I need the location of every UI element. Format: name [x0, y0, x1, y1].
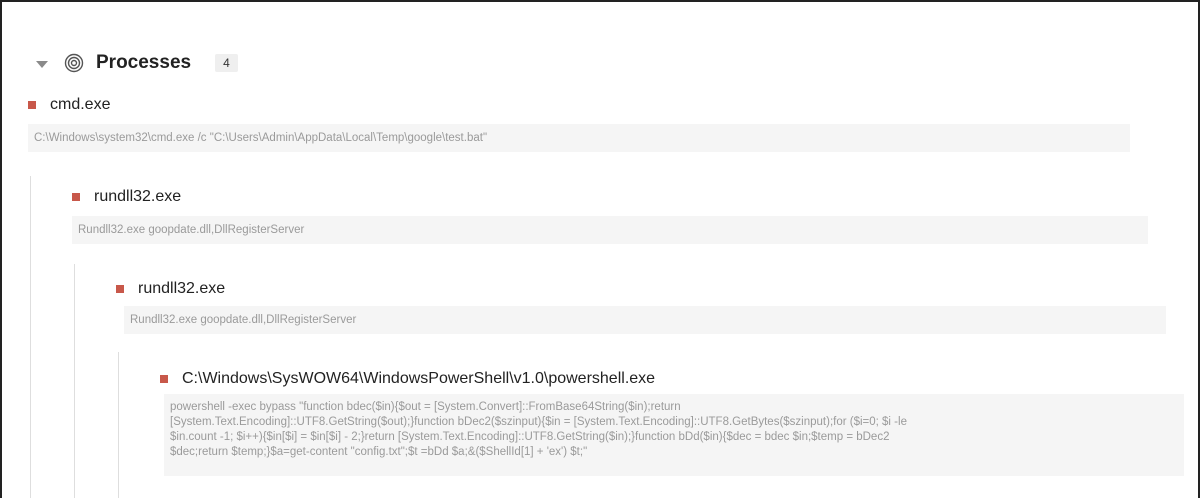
tree-guide-line: [30, 176, 31, 498]
process-command-line: C:\Windows\system32\cmd.exe /c "C:\Users…: [28, 124, 1130, 152]
process-name: rundll32.exe: [138, 280, 226, 297]
process-command-line: powershell -exec bypass "function bdec($…: [164, 394, 1184, 476]
square-bullet-icon: [160, 375, 168, 383]
chevron-down-icon[interactable]: [36, 60, 48, 68]
process-command-line: Rundll32.exe goopdate.dll,DllRegisterSer…: [72, 216, 1148, 244]
processes-header: Processes 4: [36, 48, 238, 78]
square-bullet-icon: [72, 193, 80, 201]
process-node[interactable]: rundll32.exe: [116, 280, 225, 298]
process-node[interactable]: cmd.exe: [28, 96, 110, 114]
process-target-icon: [64, 53, 84, 73]
process-name: C:\Windows\SysWOW64\WindowsPowerShell\v1…: [182, 370, 656, 387]
square-bullet-icon: [116, 285, 124, 293]
tree-guide-line: [118, 352, 119, 498]
square-bullet-icon: [28, 101, 36, 109]
process-command-line: Rundll32.exe goopdate.dll,DllRegisterSer…: [124, 306, 1166, 334]
section-title: Processes: [96, 52, 192, 73]
process-node[interactable]: rundll32.exe: [72, 188, 181, 206]
process-node[interactable]: C:\Windows\SysWOW64\WindowsPowerShell\v1…: [160, 370, 655, 388]
process-count-badge: 4: [215, 54, 238, 72]
process-name: rundll32.exe: [94, 188, 182, 205]
tree-guide-line: [74, 264, 75, 498]
process-name: cmd.exe: [50, 96, 111, 113]
